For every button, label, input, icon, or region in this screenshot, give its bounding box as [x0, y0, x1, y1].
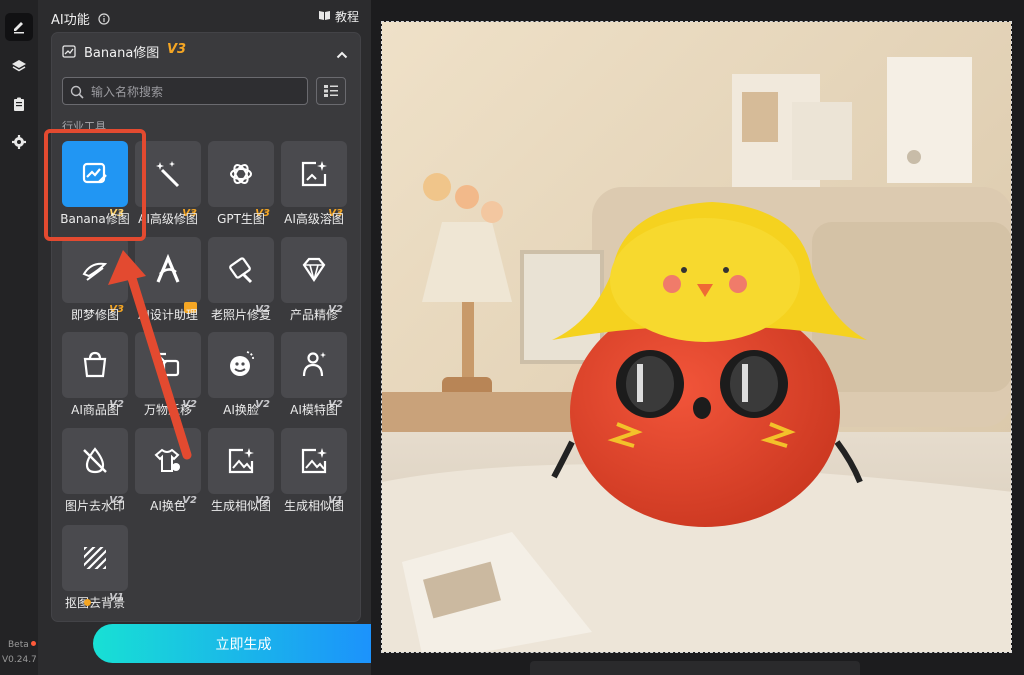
tool-label: 生成相似图 — [283, 499, 344, 513]
tool-generate-similar-v2[interactable]: V2 生成相似图 — [208, 428, 274, 513]
tool-old-photo-repair[interactable]: V2 老照片修复 — [208, 237, 274, 322]
tool-jimeng-edit[interactable]: V3 即梦修图 — [62, 237, 128, 322]
tool-label: AI换色 — [150, 499, 186, 513]
tool-gpt-image[interactable]: V3 GPT生图 — [208, 141, 274, 226]
tool-dropdown-header[interactable]: Banana修图 V3 — [52, 33, 360, 67]
face-swap-icon — [230, 351, 255, 376]
diamond-icon — [302, 257, 326, 282]
notification-dot — [31, 641, 36, 646]
image-edit-icon — [62, 43, 76, 62]
tool-ai-recolor[interactable]: V2 AI换色 — [135, 428, 201, 513]
no-watermark-icon — [83, 447, 107, 474]
edit-icon[interactable] — [5, 13, 33, 41]
photo-repair-icon — [229, 257, 253, 284]
tool-label: GPT生图 — [217, 212, 265, 226]
image-canvas[interactable] — [371, 0, 1024, 675]
transfer-icon — [155, 352, 180, 377]
tool-label: AI设计助理 — [138, 308, 198, 322]
photo-preview[interactable] — [381, 21, 1012, 653]
search-box — [62, 77, 308, 106]
ai-function-panel: AI功能 教程 Banana修图 V3 行业工具 — [38, 0, 403, 675]
magic-wand-icon — [156, 161, 180, 188]
tool-product-retouch[interactable]: V2 产品精修 — [281, 237, 347, 322]
selected-tool-version: V3 — [167, 42, 187, 57]
layers-icon[interactable] — [5, 52, 33, 80]
search-input[interactable] — [89, 78, 303, 106]
selected-tool-label: Banana修图 — [84, 46, 160, 61]
tutorial-label: 教程 — [334, 10, 359, 24]
model-person-icon — [302, 352, 326, 377]
tool-remove-background[interactable]: V1 抠图去背景 — [62, 525, 128, 610]
similar-image-icon — [301, 448, 327, 474]
book-icon — [318, 9, 331, 24]
list-view-icon — [324, 85, 338, 97]
cutout-icon — [84, 547, 106, 569]
tutorial-link[interactable]: 教程 — [318, 8, 359, 25]
recolor-shirt-icon — [154, 448, 180, 472]
app-version: V0.24.7 — [2, 655, 37, 665]
clipboard-icon[interactable] — [5, 90, 33, 118]
status-dot — [84, 599, 91, 606]
tool-label: 生成相似图 — [210, 499, 271, 513]
tool-label: AI商品图 — [71, 403, 119, 417]
tool-label: AI模特图 — [290, 403, 338, 417]
tool-generate-similar-v1[interactable]: V1 生成相似图 — [281, 428, 347, 513]
list-view-button[interactable] — [316, 77, 346, 105]
canvas-toolbar[interactable] — [530, 661, 860, 675]
tool-object-transfer[interactable]: V2 万物迁移 — [135, 332, 201, 417]
gear-icon[interactable] — [5, 128, 33, 156]
openai-icon — [230, 163, 252, 185]
plush-toy-photo — [382, 22, 1011, 652]
search-icon — [70, 84, 84, 103]
tool-watermark-removal[interactable]: V2 图片去水印 — [62, 428, 128, 513]
similar-image-icon — [228, 448, 254, 474]
tool-label: 产品精修 — [289, 308, 338, 322]
tool-label: AI换脸 — [223, 403, 259, 417]
dream-icon — [82, 262, 108, 281]
shopping-bag-icon — [83, 351, 107, 378]
sparkle-frame-icon — [301, 161, 327, 187]
design-a-icon — [156, 254, 180, 283]
tool-label: 即梦修图 — [70, 308, 119, 322]
tool-label: 图片去水印 — [64, 499, 125, 513]
tool-ai-product-image[interactable]: V2 AI商品图 — [62, 332, 128, 417]
left-toolbar: Beta V0.24.7 — [0, 0, 39, 675]
tool-label: AI高级溶图 — [284, 212, 344, 226]
info-icon[interactable] — [98, 10, 110, 29]
tool-label: 万物迁移 — [143, 403, 192, 417]
tool-ai-face-swap[interactable]: V2 AI换脸 — [208, 332, 274, 417]
tool-dropdown-card: Banana修图 V3 行业工具 V3 Banana修图 V3 — [52, 33, 360, 621]
tool-label: 抠图去背景 — [64, 596, 125, 610]
tool-ai-design-assistant[interactable]: AI设计助理 — [135, 237, 201, 322]
highlight-box — [44, 129, 146, 241]
panel-title: AI功能 — [51, 13, 90, 28]
chevron-up-icon[interactable] — [336, 44, 348, 63]
beta-label: Beta — [8, 640, 29, 650]
generate-now-button[interactable]: 立即生成 — [93, 624, 394, 663]
tool-ai-advanced-blend[interactable]: V3 AI高级溶图 — [281, 141, 347, 226]
tool-label: 老照片修复 — [210, 308, 271, 322]
tool-ai-model-image[interactable]: V2 AI模特图 — [281, 332, 347, 417]
